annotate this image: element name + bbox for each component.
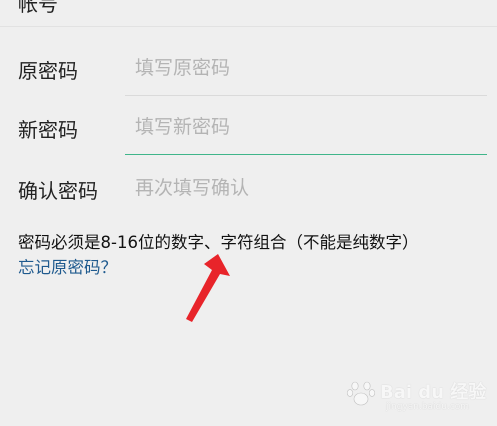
new-password-row: 新密码	[0, 99, 497, 155]
old-password-input[interactable]	[135, 54, 465, 82]
old-password-field-wrapper[interactable]	[125, 40, 487, 96]
confirm-password-input[interactable]	[135, 174, 465, 202]
new-password-field-wrapper[interactable]	[125, 99, 487, 155]
new-password-label: 新密码	[18, 118, 78, 142]
confirm-password-field-wrapper[interactable]	[125, 160, 487, 216]
top-partial-row: 帐号	[0, 0, 497, 27]
old-password-row: 原密码	[0, 40, 497, 96]
red-arrow-icon	[186, 254, 230, 322]
forgot-password-link[interactable]: 忘记原密码？	[18, 254, 117, 278]
paw-icon	[346, 381, 376, 406]
new-password-divider-active	[125, 154, 487, 155]
baidu-jingyan-watermark: Bai du 经验 jingyan.baidu.com	[340, 370, 490, 420]
watermark-text: Bai du 经验	[380, 382, 487, 403]
watermark-subtext: jingyan.baidu.com	[386, 402, 470, 412]
old-password-label: 原密码	[18, 59, 78, 83]
confirm-password-row: 确认密码	[0, 160, 497, 216]
new-password-input[interactable]	[135, 113, 465, 141]
red-arrow-head	[186, 254, 230, 322]
old-password-divider	[125, 95, 487, 96]
confirm-password-label: 确认密码	[18, 179, 98, 203]
cut-off-label: 帐号	[18, 0, 58, 16]
